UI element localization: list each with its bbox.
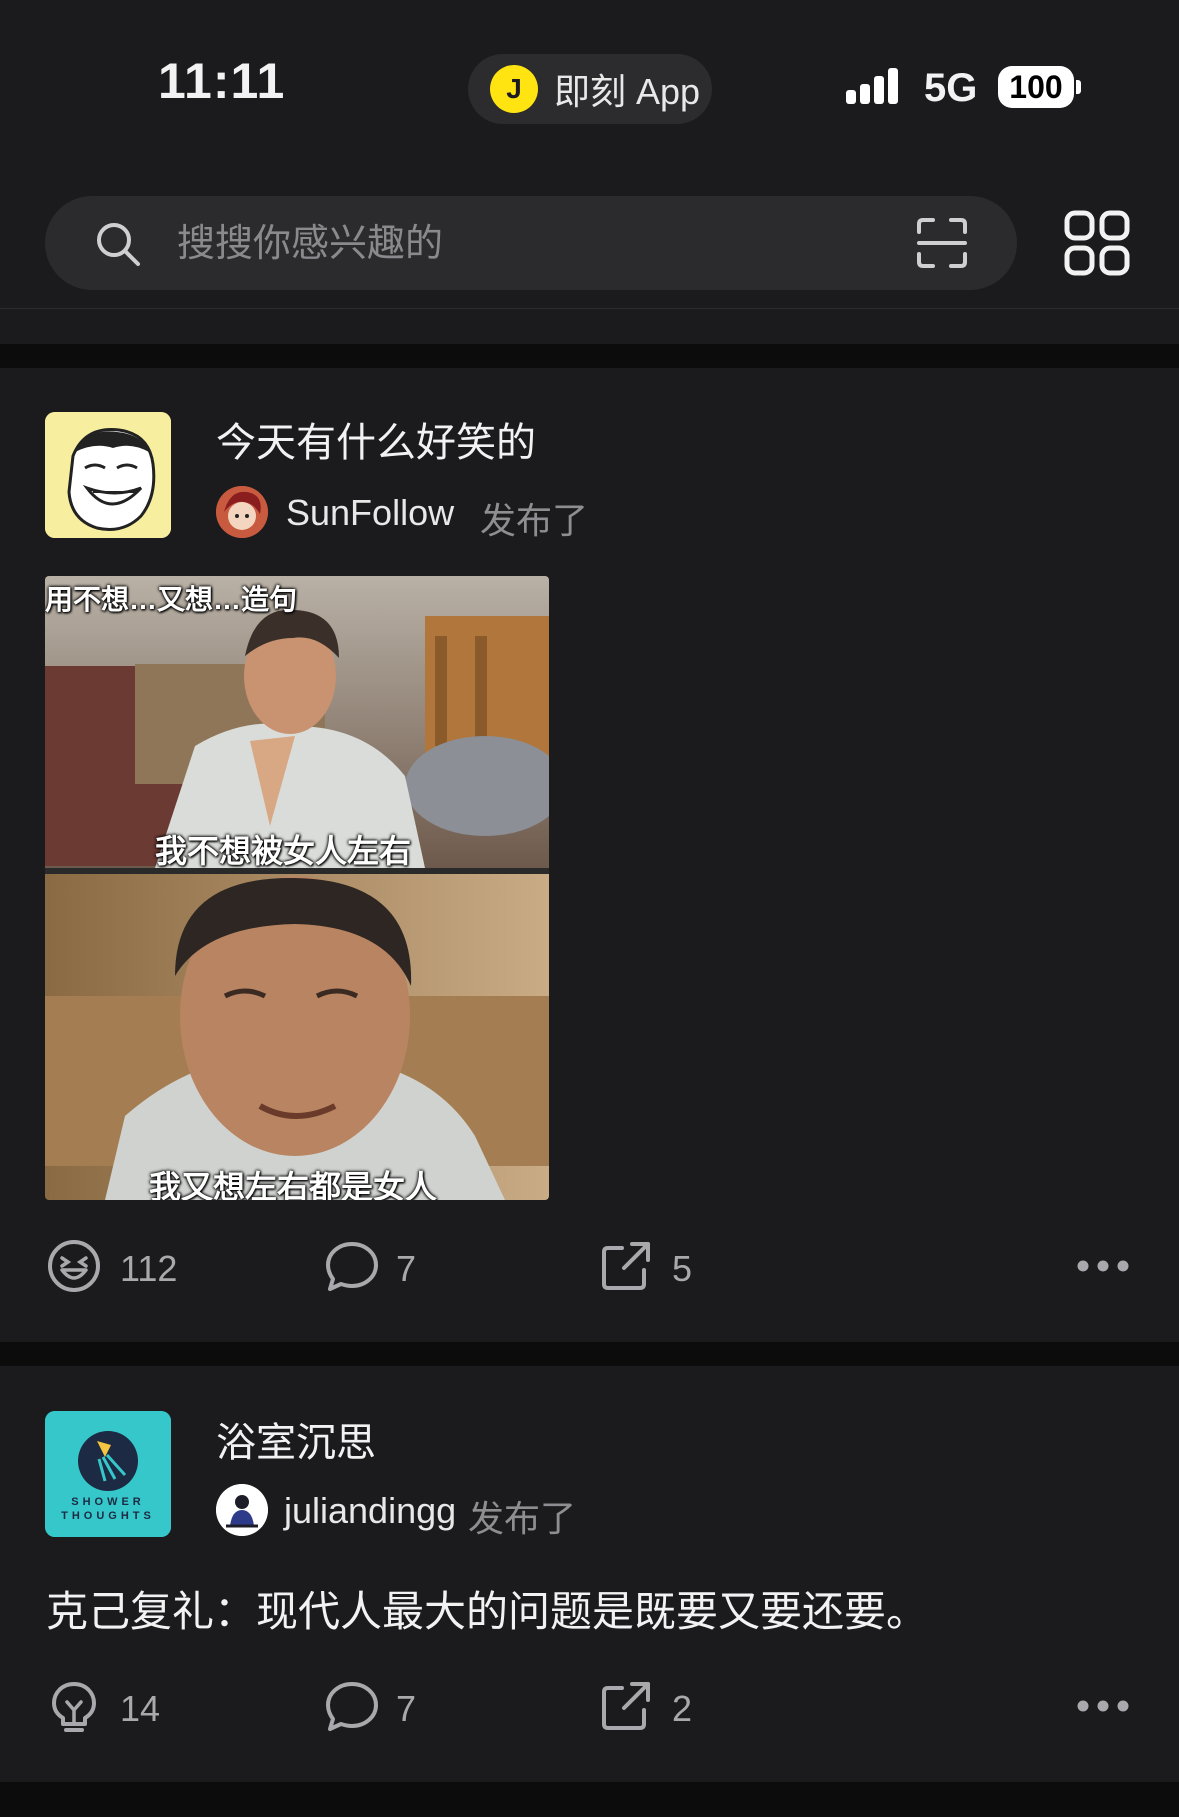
status-time: 11:11 [158,53,286,109]
battery-tip [1076,80,1081,94]
topic-avatar[interactable] [45,412,171,538]
like-count: 112 [120,1248,178,1289]
username[interactable]: SunFollow [286,492,454,534]
feed-separator [0,1342,1179,1366]
meme-photo-icon [45,576,549,1200]
more-options-icon[interactable] [1076,1696,1130,1716]
app-pill-label: 即刻 App [554,71,701,112]
comment-count: 7 [396,1248,417,1289]
header-divider [0,308,1179,309]
signal-icon [846,68,898,104]
search-input[interactable] [175,196,859,292]
grid-menu-icon[interactable] [1064,210,1130,276]
search-bar[interactable] [45,196,1017,292]
share-count: 5 [672,1248,693,1289]
post-action-label: 发布了 [468,1498,577,1539]
user-avatar[interactable] [216,486,268,538]
feed-separator [0,1782,1179,1817]
comment-icon[interactable] [324,1238,380,1294]
laugh-reaction-icon[interactable] [46,1238,102,1294]
feed-separator [0,344,1179,368]
user-avatar-art-icon [216,486,268,538]
share-icon[interactable] [598,1678,654,1734]
topic-title[interactable]: 今天有什么好笑的 [216,410,536,468]
shower-thoughts-logo-text: SHOWER THOUGHTS [61,1496,155,1522]
search-icon [97,223,140,266]
like-count: 14 [120,1688,161,1729]
user-avatar-art-icon [216,1484,268,1536]
troll-face-icon [45,412,171,538]
username[interactable]: juliandingg [284,1490,456,1532]
share-icon[interactable] [598,1238,654,1294]
network-type: 5G [924,66,978,110]
meme-caption-1: 我不想被女人左右 [155,833,412,869]
user-avatar[interactable] [216,1484,268,1536]
topic-title[interactable]: 浴室沉思 [216,1410,376,1468]
post-action-label: 发布了 [480,500,589,541]
jike-logo-icon: J [490,65,538,113]
meme-caption-2: 我又想左右都是女人 [149,1169,438,1200]
comment-icon[interactable] [324,1678,380,1734]
meme-top-caption: 用不想…又想…造句 [45,584,298,615]
comment-count: 7 [396,1688,417,1729]
scan-icon[interactable] [915,216,969,270]
battery-level: 100 [998,66,1074,108]
share-count: 2 [672,1688,693,1729]
topic-avatar[interactable]: SHOWER THOUGHTS [45,1411,171,1537]
lightbulb-reaction-icon[interactable] [46,1680,102,1736]
post-text[interactable]: 克己复礼：现代人最大的问题是既要又要还要。 [46,1578,928,1639]
post-image[interactable]: 用不想…又想…造句 我不想被女人左右 我又想左右都是女人 [45,576,549,1200]
more-options-icon[interactable] [1076,1256,1130,1276]
app-pill[interactable]: J 即刻 App [468,54,712,124]
